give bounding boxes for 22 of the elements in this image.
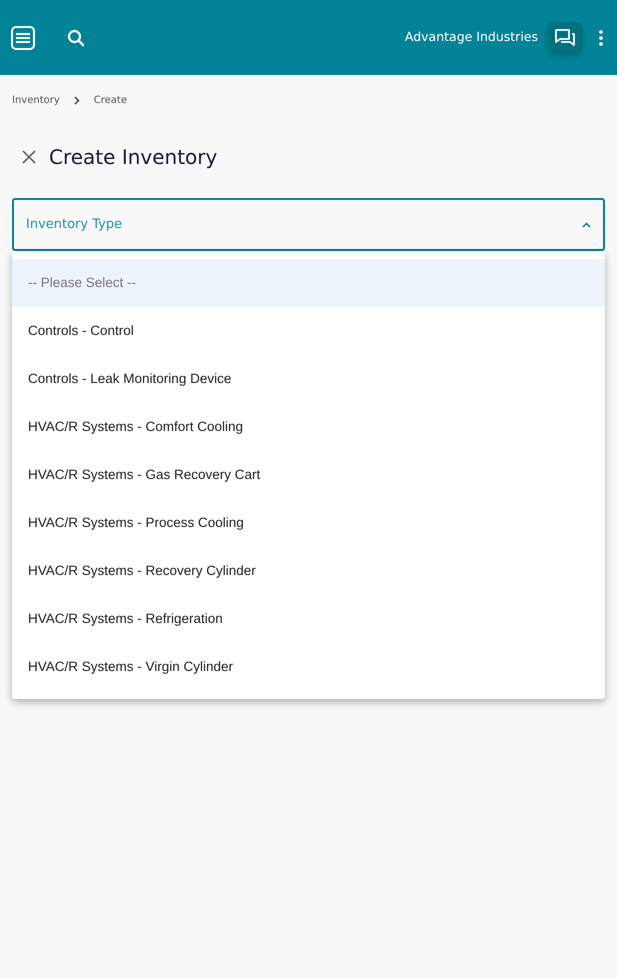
caret-icon: [582, 222, 591, 228]
close-icon[interactable]: [22, 150, 36, 164]
dropdown-option[interactable]: Controls - Control: [12, 307, 605, 355]
dropdown-option[interactable]: -- Please Select --: [12, 259, 605, 307]
chat-button[interactable]: [547, 22, 583, 54]
menu-icon: [16, 32, 30, 42]
more-icon[interactable]: [599, 30, 603, 46]
dropdown-option[interactable]: HVAC/R Systems - Virgin Cylinder: [12, 643, 605, 691]
page-title: Create Inventory: [49, 144, 218, 171]
menu-button[interactable]: [11, 26, 35, 50]
chevron-right-icon: [74, 96, 80, 104]
dropdown-option[interactable]: HVAC/R Systems - Recovery Cylinder: [12, 547, 605, 595]
dropdown-option[interactable]: Controls - Leak Monitoring Device: [12, 355, 605, 403]
dropdown-option[interactable]: HVAC/R Systems - Process Cooling: [12, 499, 605, 547]
breadcrumb-link[interactable]: Create: [94, 92, 127, 108]
search-icon[interactable]: [67, 28, 85, 46]
dropdown-option[interactable]: HVAC/R Systems - Comfort Cooling: [12, 403, 605, 451]
dropdown-option[interactable]: HVAC/R Systems - Gas Recovery Cart: [12, 451, 605, 499]
company-name: Advantage Industries: [404, 28, 538, 46]
breadcrumb-link[interactable]: Inventory: [12, 92, 60, 108]
chat-icon: [555, 28, 575, 46]
dropdown-option[interactable]: HVAC/R Systems - Refrigeration: [12, 595, 605, 643]
